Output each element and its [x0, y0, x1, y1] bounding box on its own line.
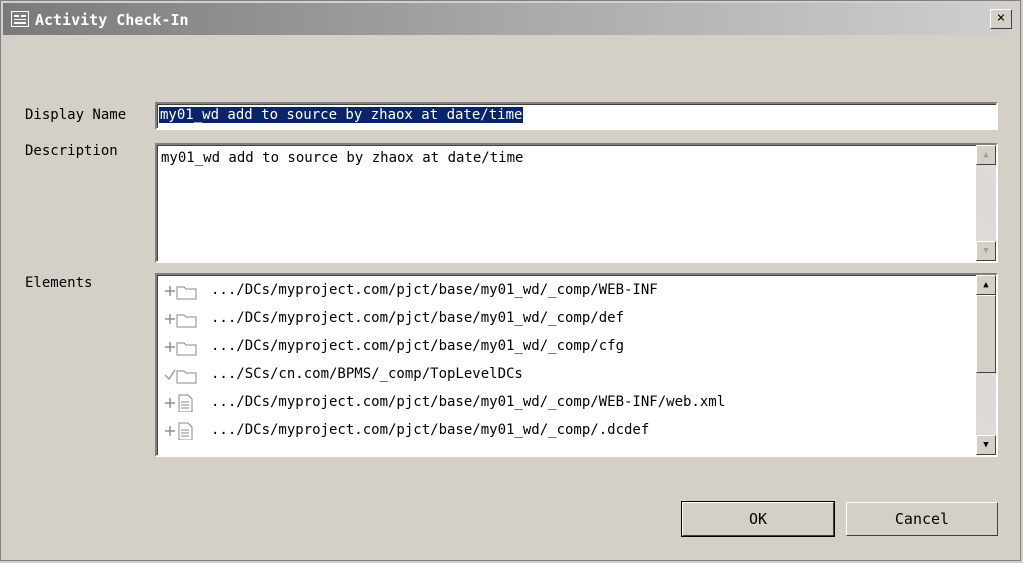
arrow-down-icon: ▼ [983, 246, 989, 256]
display-name-label: Display Name [25, 107, 127, 123]
title-bar[interactable]: Activity Check-In × [3, 3, 1018, 35]
folder-check-icon [163, 366, 205, 384]
folder-add-icon [163, 310, 205, 328]
window-title: Activity Check-In [35, 11, 189, 29]
dialog-window: Activity Check-In × Display Name my01_wd… [0, 0, 1021, 561]
description-label: Description [25, 143, 118, 159]
close-icon: × [996, 10, 1006, 26]
elements-label: Elements [25, 275, 93, 291]
folder-add-icon [163, 338, 205, 356]
scroll-down-button[interactable]: ▼ [976, 435, 996, 455]
scroll-up-button[interactable]: ▲ [976, 275, 996, 295]
element-path: .../DCs/myproject.com/pjct/base/my01_wd/… [211, 310, 625, 326]
element-path: .../DCs/myproject.com/pjct/base/my01_wd/… [211, 394, 726, 410]
app-icon [11, 11, 29, 27]
display-name-value: my01_wd add to source by zhaox at date/t… [159, 107, 524, 123]
arrow-down-icon: ▼ [983, 440, 989, 450]
close-button[interactable]: × [990, 9, 1012, 29]
element-path: .../DCs/myproject.com/pjct/base/my01_wd/… [211, 282, 658, 298]
folder-add-icon [163, 282, 205, 300]
scroll-thumb[interactable] [976, 295, 996, 373]
cancel-button[interactable]: Cancel [846, 502, 998, 536]
description-value: my01_wd add to source by zhaox at date/t… [161, 150, 524, 166]
file-add-icon [163, 394, 205, 413]
scroll-up-button[interactable]: ▲ [976, 145, 996, 165]
element-path: .../DCs/myproject.com/pjct/base/my01_wd/… [211, 422, 650, 438]
ok-button[interactable]: OK [681, 501, 835, 537]
arrow-up-icon: ▲ [983, 150, 989, 160]
description-field[interactable]: my01_wd add to source by zhaox at date/t… [155, 143, 998, 263]
file-add-icon [163, 422, 205, 441]
elements-list[interactable]: .../DCs/myproject.com/pjct/base/my01_wd/… [155, 273, 998, 457]
arrow-up-icon: ▲ [983, 280, 989, 290]
scroll-down-button[interactable]: ▼ [976, 241, 996, 261]
display-name-field[interactable]: my01_wd add to source by zhaox at date/t… [155, 102, 998, 130]
description-scrollbar[interactable]: ▲ ▼ [976, 145, 996, 261]
elements-scrollbar[interactable]: ▲ ▼ [976, 275, 996, 455]
element-path: .../DCs/myproject.com/pjct/base/my01_wd/… [211, 338, 625, 354]
element-path: .../SCs/cn.com/BPMS/_comp/TopLevelDCs [211, 366, 523, 382]
